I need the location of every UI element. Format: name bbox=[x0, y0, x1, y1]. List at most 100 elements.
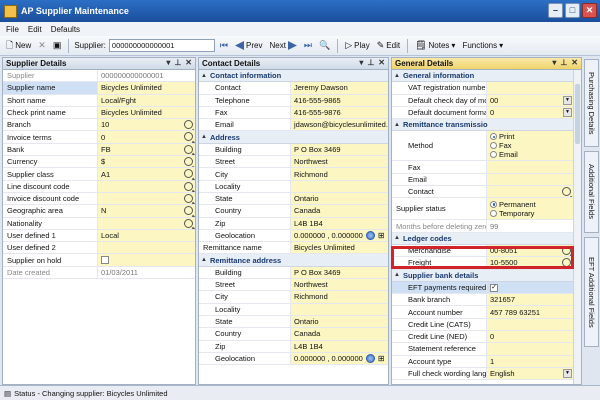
delete-button[interactable]: ✕ bbox=[36, 41, 48, 50]
field-value[interactable]: Jeremy Dawson bbox=[291, 82, 388, 94]
close-icon[interactable]: ✕ bbox=[378, 58, 385, 67]
field-value[interactable]: L4B 1B4 bbox=[291, 217, 388, 229]
method-radio-print[interactable]: Print bbox=[490, 132, 514, 141]
remittance-name-field[interactable]: Bicycles Unlimited bbox=[291, 242, 388, 254]
search-icon[interactable] bbox=[184, 193, 193, 203]
dropdown-icon[interactable]: ▾ bbox=[166, 58, 170, 67]
remit-fax-field[interactable] bbox=[487, 161, 573, 173]
tab-additional-fields[interactable]: Additional Fields bbox=[584, 151, 599, 233]
search-icon[interactable] bbox=[184, 206, 193, 216]
section-contact-information[interactable]: ▲ Contact information bbox=[199, 70, 388, 83]
method-radio-email[interactable]: Email bbox=[490, 150, 518, 159]
status-radio-temporary[interactable]: Temporary bbox=[490, 209, 534, 218]
scrollbar[interactable] bbox=[573, 70, 581, 384]
next-button[interactable]: Next bbox=[267, 41, 298, 50]
search-icon[interactable] bbox=[184, 218, 193, 228]
dropdown-icon[interactable]: ▾ bbox=[552, 58, 556, 67]
search-icon[interactable] bbox=[184, 157, 193, 167]
grid-icon[interactable]: ⊞ bbox=[378, 354, 385, 363]
supplier-code-field[interactable]: 000000000000001 bbox=[108, 39, 215, 52]
statement-reference-field[interactable] bbox=[487, 343, 573, 355]
section-general-information[interactable]: ▲ General information bbox=[392, 70, 573, 83]
wording-language-select[interactable]: English ▼ bbox=[487, 367, 573, 380]
section-supplier-bank-details[interactable]: ▲ Supplier bank details bbox=[392, 269, 573, 282]
field-value[interactable]: N bbox=[98, 205, 195, 217]
menu-defaults[interactable]: Defaults bbox=[51, 25, 80, 34]
search-button[interactable]: 🔍 bbox=[317, 41, 332, 50]
field-value[interactable]: P O Box 3469 bbox=[291, 143, 388, 156]
close-button[interactable]: ✕ bbox=[582, 3, 597, 18]
field-value[interactable] bbox=[98, 180, 195, 192]
status-radio-permanent[interactable]: Permanent bbox=[490, 200, 536, 209]
method-radio-fax[interactable]: Fax bbox=[490, 141, 512, 150]
field-value[interactable] bbox=[291, 303, 388, 315]
field-value[interactable] bbox=[98, 192, 195, 205]
edit-button[interactable]: ✎ Edit bbox=[375, 41, 402, 51]
account-type-field[interactable]: 1 bbox=[487, 355, 573, 367]
first-button[interactable]: ⏮ bbox=[218, 41, 230, 50]
minimize-button[interactable]: – bbox=[548, 3, 563, 18]
field-value[interactable]: $ bbox=[98, 156, 195, 168]
doc-format-select[interactable]: 0 ▼ bbox=[487, 106, 573, 119]
remit-contact-field[interactable] bbox=[487, 186, 573, 198]
geolocation-value[interactable]: 0.000000 , 0.000000 bbox=[294, 231, 363, 240]
close-icon[interactable]: ✕ bbox=[185, 58, 192, 67]
field-value[interactable]: 0 bbox=[98, 131, 195, 143]
last-button[interactable]: ⏭ bbox=[302, 41, 314, 50]
field-value[interactable]: Richmond bbox=[291, 291, 388, 303]
tab-purchasing-details[interactable]: Purchasing Details bbox=[584, 59, 599, 147]
remit-email-field[interactable] bbox=[487, 173, 573, 186]
field-value[interactable]: Richmond bbox=[291, 168, 388, 180]
remit-geolocation-value[interactable]: 0.000000 , 0.000000 bbox=[294, 354, 363, 363]
globe-icon[interactable] bbox=[365, 353, 375, 363]
field-value[interactable] bbox=[98, 254, 195, 266]
section-remittance-address[interactable]: ▲ Remittance address bbox=[199, 254, 388, 267]
field-value[interactable]: 416-555-9876 bbox=[291, 106, 388, 119]
section-ledger-codes[interactable]: ▲ Ledger codes bbox=[392, 232, 573, 245]
menu-file[interactable]: File bbox=[6, 25, 19, 34]
close-icon[interactable]: ✕ bbox=[571, 58, 578, 67]
field-value[interactable]: Northwest bbox=[291, 156, 388, 168]
chevron-down-icon[interactable]: ▼ bbox=[563, 95, 572, 105]
search-icon[interactable] bbox=[562, 245, 571, 255]
field-value[interactable]: P O Box 3469 bbox=[291, 266, 388, 279]
pin-icon[interactable]: ⊥ bbox=[367, 58, 374, 67]
field-value[interactable]: L4B 1B4 bbox=[291, 340, 388, 352]
search-icon[interactable] bbox=[184, 144, 193, 154]
field-value[interactable]: Canada bbox=[291, 205, 388, 217]
credit-line-ned-field[interactable]: 0 bbox=[487, 331, 573, 343]
field-value[interactable]: Bicycles Unlimited bbox=[98, 106, 195, 119]
search-icon[interactable] bbox=[562, 258, 571, 268]
search-icon[interactable] bbox=[184, 132, 193, 142]
field-value[interactable]: Canada bbox=[291, 328, 388, 340]
globe-icon[interactable] bbox=[365, 231, 375, 240]
bank-branch-field[interactable]: 321657 bbox=[487, 294, 573, 306]
account-number-field[interactable]: 457 789 63251 bbox=[487, 306, 573, 318]
pin-icon[interactable]: ⊥ bbox=[174, 58, 181, 67]
field-value[interactable]: Ontario bbox=[291, 315, 388, 328]
new-button[interactable]: 🗋 New bbox=[4, 41, 33, 51]
eft-checkbox[interactable]: ✓ bbox=[490, 283, 498, 292]
field-value[interactable]: FB bbox=[98, 143, 195, 156]
field-value[interactable]: jdawson@bicyclesunlimited.com bbox=[291, 119, 388, 131]
field-value[interactable] bbox=[98, 217, 195, 229]
section-address[interactable]: ▲ Address bbox=[199, 131, 388, 144]
vat-field[interactable] bbox=[487, 82, 573, 94]
menu-edit[interactable]: Edit bbox=[28, 25, 42, 34]
chevron-down-icon[interactable]: ▼ bbox=[563, 107, 572, 117]
play-button[interactable]: ▷ Play bbox=[343, 41, 371, 51]
chevron-down-icon[interactable]: ▼ bbox=[563, 368, 572, 378]
field-value[interactable]: Local bbox=[98, 229, 195, 242]
prev-button[interactable]: Prev bbox=[233, 41, 264, 50]
field-value[interactable]: 10 bbox=[98, 119, 195, 131]
functions-button[interactable]: Functions ▾ bbox=[460, 41, 505, 50]
notes-button[interactable]: 🗒 Notes ▾ bbox=[413, 41, 457, 51]
field-value[interactable]: Local/Fght bbox=[98, 94, 195, 106]
credit-line-cats-field[interactable] bbox=[487, 318, 573, 331]
maximize-button[interactable]: □ bbox=[565, 3, 580, 18]
section-remittance-transmission[interactable]: ▲ Remittance transmissio bbox=[392, 119, 573, 132]
freight-field[interactable]: 10-5500 bbox=[487, 257, 573, 269]
field-value[interactable]: 416-555-9865 bbox=[291, 94, 388, 106]
grid-icon[interactable]: ⊞ bbox=[378, 231, 385, 240]
on-hold-checkbox[interactable] bbox=[101, 256, 109, 265]
